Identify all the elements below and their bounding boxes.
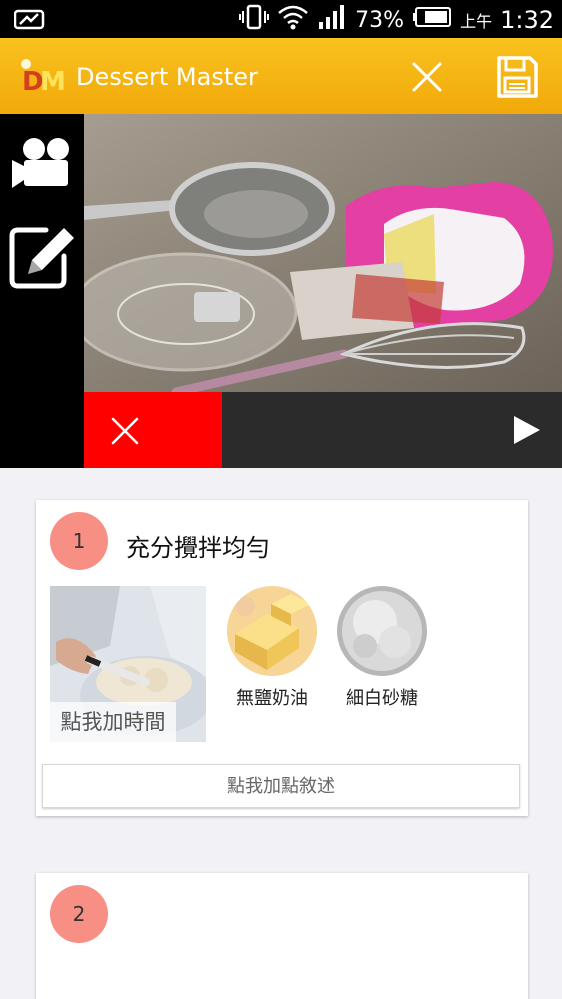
signal-icon bbox=[317, 4, 347, 36]
play-icon bbox=[514, 416, 540, 444]
notification-icon bbox=[13, 8, 46, 34]
ingredient-item[interactable]: 細白砂糖 bbox=[332, 586, 432, 710]
edit-button[interactable] bbox=[8, 222, 76, 290]
step-card: 1 充分攪拌均勻 點我加時間 無鹽奶油 細白砂糖 點我加點敘述 bbox=[36, 500, 528, 816]
close-icon bbox=[111, 417, 139, 445]
add-description-button[interactable]: 點我加點敘述 bbox=[42, 764, 520, 808]
svg-text:M: M bbox=[40, 67, 66, 97]
play-button[interactable] bbox=[512, 414, 542, 446]
clock-ampm: 上午 bbox=[460, 12, 493, 31]
app-logo: D M bbox=[18, 56, 66, 98]
wifi-icon bbox=[277, 4, 309, 36]
video-thumbnail[interactable] bbox=[84, 114, 562, 392]
status-bar: 73% 上午 1:32 bbox=[0, 0, 562, 38]
close-icon bbox=[412, 62, 442, 92]
app-bar: D M Dessert Master bbox=[0, 38, 562, 114]
step-number-badge: 1 bbox=[50, 512, 108, 570]
sugar-image bbox=[337, 586, 427, 676]
app-title: Dessert Master bbox=[76, 63, 258, 91]
ingredient-item[interactable]: 無鹽奶油 bbox=[222, 586, 322, 710]
ingredient-name: 細白砂糖 bbox=[346, 688, 418, 709]
edit-icon bbox=[9, 227, 74, 289]
battery-icon bbox=[412, 6, 452, 34]
ingredient-name: 無鹽奶油 bbox=[236, 688, 308, 709]
butter-image bbox=[227, 586, 317, 676]
delete-video-button[interactable] bbox=[84, 392, 222, 468]
side-toolbar bbox=[0, 114, 84, 468]
step-title[interactable]: 充分攪拌均勻 bbox=[126, 528, 270, 563]
save-icon bbox=[497, 56, 538, 98]
add-time-button[interactable]: 點我加時間 bbox=[50, 702, 176, 742]
baking-tools-image bbox=[84, 114, 562, 392]
media-area bbox=[0, 114, 562, 468]
clock-time: 1:32 bbox=[500, 6, 554, 34]
video-camera-button[interactable] bbox=[10, 136, 74, 192]
step-number-badge: 2 bbox=[50, 885, 108, 943]
save-button[interactable] bbox=[494, 54, 540, 100]
step-card: 2 bbox=[36, 873, 528, 999]
step-photo[interactable]: 點我加時間 bbox=[50, 586, 206, 742]
video-control-bar bbox=[84, 392, 562, 468]
battery-percent: 73% bbox=[355, 7, 405, 33]
close-button[interactable] bbox=[408, 58, 446, 96]
vibrate-icon bbox=[239, 4, 270, 36]
video-camera-icon bbox=[12, 138, 69, 188]
